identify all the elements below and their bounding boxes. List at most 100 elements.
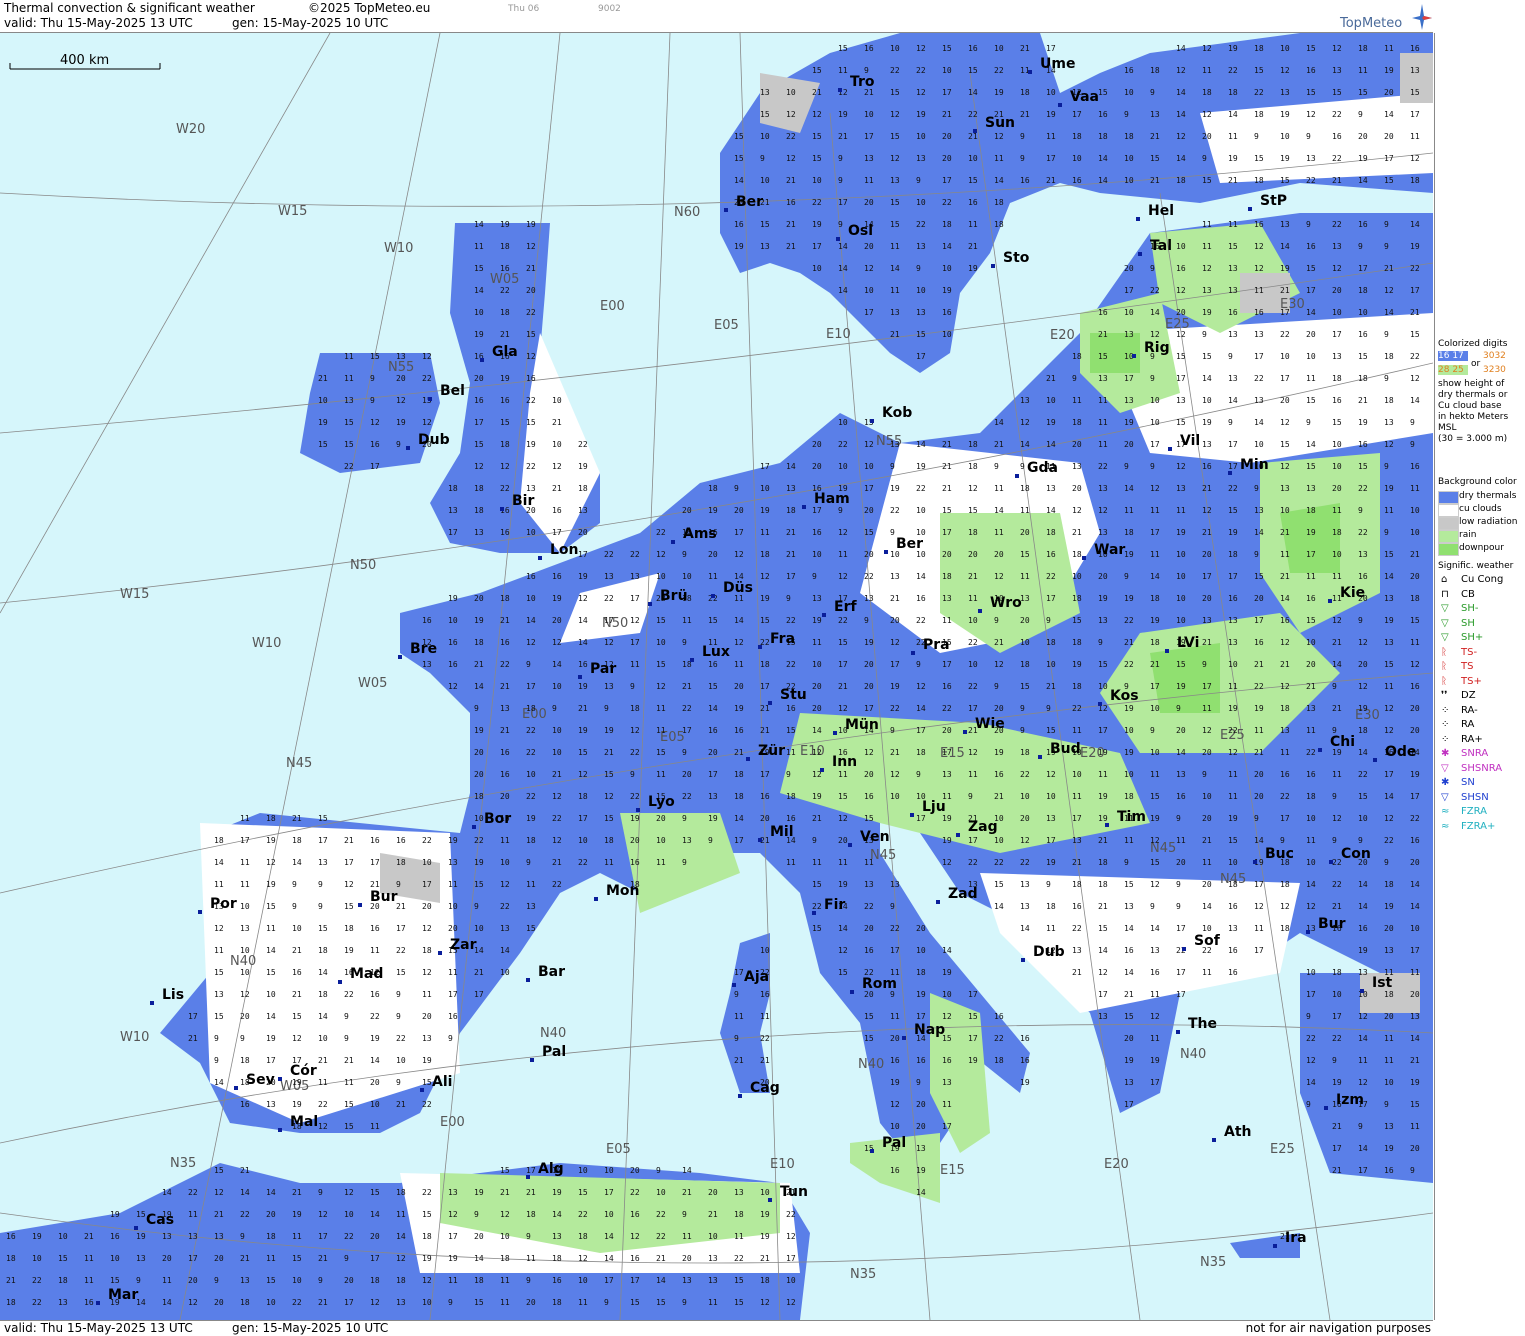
city-label[interactable]: Chi [1330, 734, 1355, 750]
city-label[interactable]: Vaa [1070, 89, 1099, 105]
city-label[interactable]: Zad [948, 886, 978, 902]
city-label[interactable]: Rig [1144, 340, 1170, 356]
city-label[interactable]: Ber [736, 194, 763, 210]
thermal-digit: 15 [214, 1166, 224, 1175]
city-label[interactable]: Sun [985, 115, 1015, 131]
city-label[interactable]: Lju [922, 799, 946, 815]
cb-icon: ⊓ [1441, 588, 1449, 600]
city-label[interactable]: Vil [1180, 433, 1200, 449]
city-label[interactable]: Cag [750, 1080, 780, 1096]
city-label[interactable]: Bir [512, 493, 534, 509]
city-label[interactable]: Mal [290, 1114, 318, 1130]
city-label[interactable]: Ven [860, 829, 890, 845]
city-label[interactable]: Zag [968, 819, 998, 835]
city-label[interactable]: Mon [606, 883, 640, 899]
city-label[interactable]: Wro [990, 595, 1022, 611]
city-label[interactable]: Gda [1027, 460, 1058, 476]
city-label[interactable]: Cas [146, 1212, 174, 1228]
city-label[interactable]: Ali [432, 1074, 452, 1090]
city-label[interactable]: Ham [814, 491, 850, 507]
city-label[interactable]: Gla [492, 344, 518, 360]
city-label[interactable]: Bor [484, 811, 511, 827]
city-label[interactable]: Osl [848, 223, 873, 239]
city-label[interactable]: Zür [758, 743, 785, 759]
city-label[interactable]: Mün [845, 717, 879, 733]
thermal-digit: 21 [1202, 836, 1212, 845]
thermal-digit: 21 [890, 594, 900, 603]
city-label[interactable]: Sof [1194, 933, 1221, 949]
city-label[interactable]: Min [1240, 457, 1269, 473]
thermal-digit: 15 [1410, 1100, 1420, 1109]
thermal-digit: 12 [968, 748, 978, 757]
city-label[interactable]: Bre [410, 641, 437, 657]
city-label[interactable]: Par [590, 661, 616, 677]
grid-label: W05 [358, 676, 387, 691]
city-label[interactable]: Ume [1040, 56, 1075, 72]
city-label[interactable]: Ams [683, 526, 717, 542]
city-label[interactable]: Hel [1148, 203, 1174, 219]
city-label[interactable]: Rom [862, 976, 897, 992]
city-label[interactable]: LVi [1177, 635, 1199, 651]
city-label[interactable]: Pal [882, 1135, 906, 1151]
thermal-digit: 10 [1150, 748, 1160, 757]
thermal-digit: 11 [1410, 132, 1420, 141]
thermal-digit: 9 [916, 770, 921, 779]
city-label[interactable]: Ode [1385, 744, 1416, 760]
city-label[interactable]: Bud [1050, 741, 1081, 757]
city-label[interactable]: Brü [660, 588, 688, 604]
city-label[interactable]: War [1094, 542, 1125, 558]
city-label[interactable]: Con [1341, 846, 1371, 862]
city-label[interactable]: Sev [246, 1072, 275, 1088]
city-label[interactable]: Stu [780, 687, 807, 703]
weather-map[interactable]: W20 W15 W10 W05 N60 E00 E05 E10 E20 E25 E30 N55 N55 N… [0, 33, 1433, 1320]
city-label[interactable]: Dub [418, 432, 450, 448]
city-label[interactable]: Kie [1340, 585, 1365, 601]
city-label[interactable]: Lux [702, 644, 730, 660]
city-label[interactable]: Ist [1372, 975, 1393, 991]
city-label[interactable]: Erf [834, 599, 857, 615]
city-label[interactable]: Sto [1003, 250, 1030, 266]
city-label[interactable]: Pal [542, 1044, 566, 1060]
city-label[interactable]: Wie [975, 716, 1005, 732]
city-label[interactable]: Lyo [648, 794, 675, 810]
city-marker [278, 1128, 282, 1132]
city-label[interactable]: Kos [1110, 688, 1139, 704]
city-label[interactable]: Pra [923, 637, 950, 653]
city-label[interactable]: Mad [350, 966, 383, 982]
city-label[interactable]: Dub [1033, 944, 1065, 960]
city-label[interactable]: Inn [832, 754, 857, 770]
city-label[interactable]: Bur [370, 889, 398, 905]
city-label[interactable]: Aja [744, 969, 769, 985]
thermal-digit: 16 [630, 1254, 640, 1263]
city-label[interactable]: StP [1260, 193, 1287, 209]
topmeteo-logo-text[interactable]: TopMeteo [1340, 16, 1402, 31]
city-label[interactable]: Zar [450, 937, 477, 953]
city-label[interactable]: Ira [1285, 1230, 1307, 1246]
city-label[interactable]: Düs [723, 580, 753, 596]
city-label[interactable]: Mar [108, 1287, 138, 1303]
city-label[interactable]: Lon [550, 542, 579, 558]
city-label[interactable]: Lis [162, 987, 184, 1003]
city-label[interactable]: Alg [538, 1161, 564, 1177]
city-label[interactable]: Mil [770, 824, 794, 840]
city-label[interactable]: Ath [1224, 1124, 1252, 1140]
city-label[interactable]: Buc [1265, 846, 1294, 862]
thermal-digit: 11 [734, 1012, 744, 1021]
city-label[interactable]: Tal [1150, 238, 1172, 254]
thermal-digit: 14 [1098, 176, 1108, 185]
city-label[interactable]: Izm [1336, 1092, 1364, 1108]
city-label[interactable]: Kob [882, 405, 912, 421]
city-label[interactable]: Tro [850, 74, 875, 90]
city-label[interactable]: Cór [290, 1063, 317, 1079]
city-label[interactable]: Fir [824, 897, 845, 913]
city-label[interactable]: Tun [780, 1184, 808, 1200]
city-label[interactable]: Bar [538, 964, 565, 980]
city-label[interactable]: Fra [770, 631, 795, 647]
city-label[interactable]: Bur [1318, 916, 1346, 932]
city-label[interactable]: Nap [914, 1022, 945, 1038]
city-label[interactable]: Tim [1117, 809, 1146, 825]
city-label[interactable]: Ber [896, 536, 923, 552]
city-label[interactable]: The [1188, 1016, 1217, 1032]
city-label[interactable]: Bel [440, 383, 465, 399]
city-label[interactable]: Por [210, 896, 237, 912]
